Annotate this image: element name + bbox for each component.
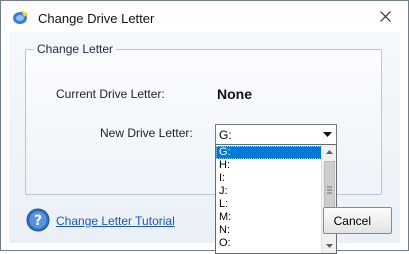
chevron-down-icon <box>323 132 332 137</box>
svg-text:?: ? <box>34 213 42 229</box>
drive-letter-option[interactable]: M: <box>216 211 322 224</box>
scroll-up-button[interactable] <box>322 145 336 159</box>
drive-letter-option[interactable]: H: <box>216 159 322 172</box>
drive-letter-list[interactable]: G: H: I: J: L: M: N: O: <box>215 144 337 254</box>
change-drive-letter-dialog: Change Drive Letter Change Letter Curren… <box>0 0 409 254</box>
drive-letter-option[interactable]: J: <box>216 185 322 198</box>
title-bar[interactable]: Change Drive Letter <box>1 1 408 32</box>
cancel-button-label: Cancel <box>333 214 371 228</box>
group-title: Change Letter <box>34 42 117 56</box>
close-icon <box>379 11 391 22</box>
drive-letter-option[interactable]: I: <box>216 172 322 185</box>
selected-drive-letter: G: <box>219 128 232 142</box>
chevron-down-icon <box>325 244 333 248</box>
close-button[interactable] <box>362 1 408 32</box>
list-scrollbar[interactable] <box>321 145 336 253</box>
drive-letter-option[interactable]: N: <box>216 224 322 237</box>
chevron-up-icon <box>325 150 333 154</box>
drive-letter-option[interactable]: O: <box>216 237 322 250</box>
current-drive-letter-value: None <box>217 86 252 102</box>
new-drive-letter-select[interactable]: G: <box>215 124 337 145</box>
drive-letter-option[interactable]: G: <box>216 146 322 159</box>
drive-letter-option[interactable]: L: <box>216 198 322 211</box>
cancel-button[interactable]: Cancel <box>323 207 392 234</box>
help-icon[interactable]: ? <box>26 208 50 232</box>
partition-wizard-icon <box>13 10 28 24</box>
window-title: Change Drive Letter <box>38 11 155 26</box>
new-drive-letter-label: New Drive Letter: <box>100 126 193 140</box>
current-drive-letter-label: Current Drive Letter: <box>56 87 165 101</box>
change-letter-tutorial-link[interactable]: Change Letter Tutorial <box>56 214 175 228</box>
dropdown-arrow[interactable] <box>319 125 336 144</box>
